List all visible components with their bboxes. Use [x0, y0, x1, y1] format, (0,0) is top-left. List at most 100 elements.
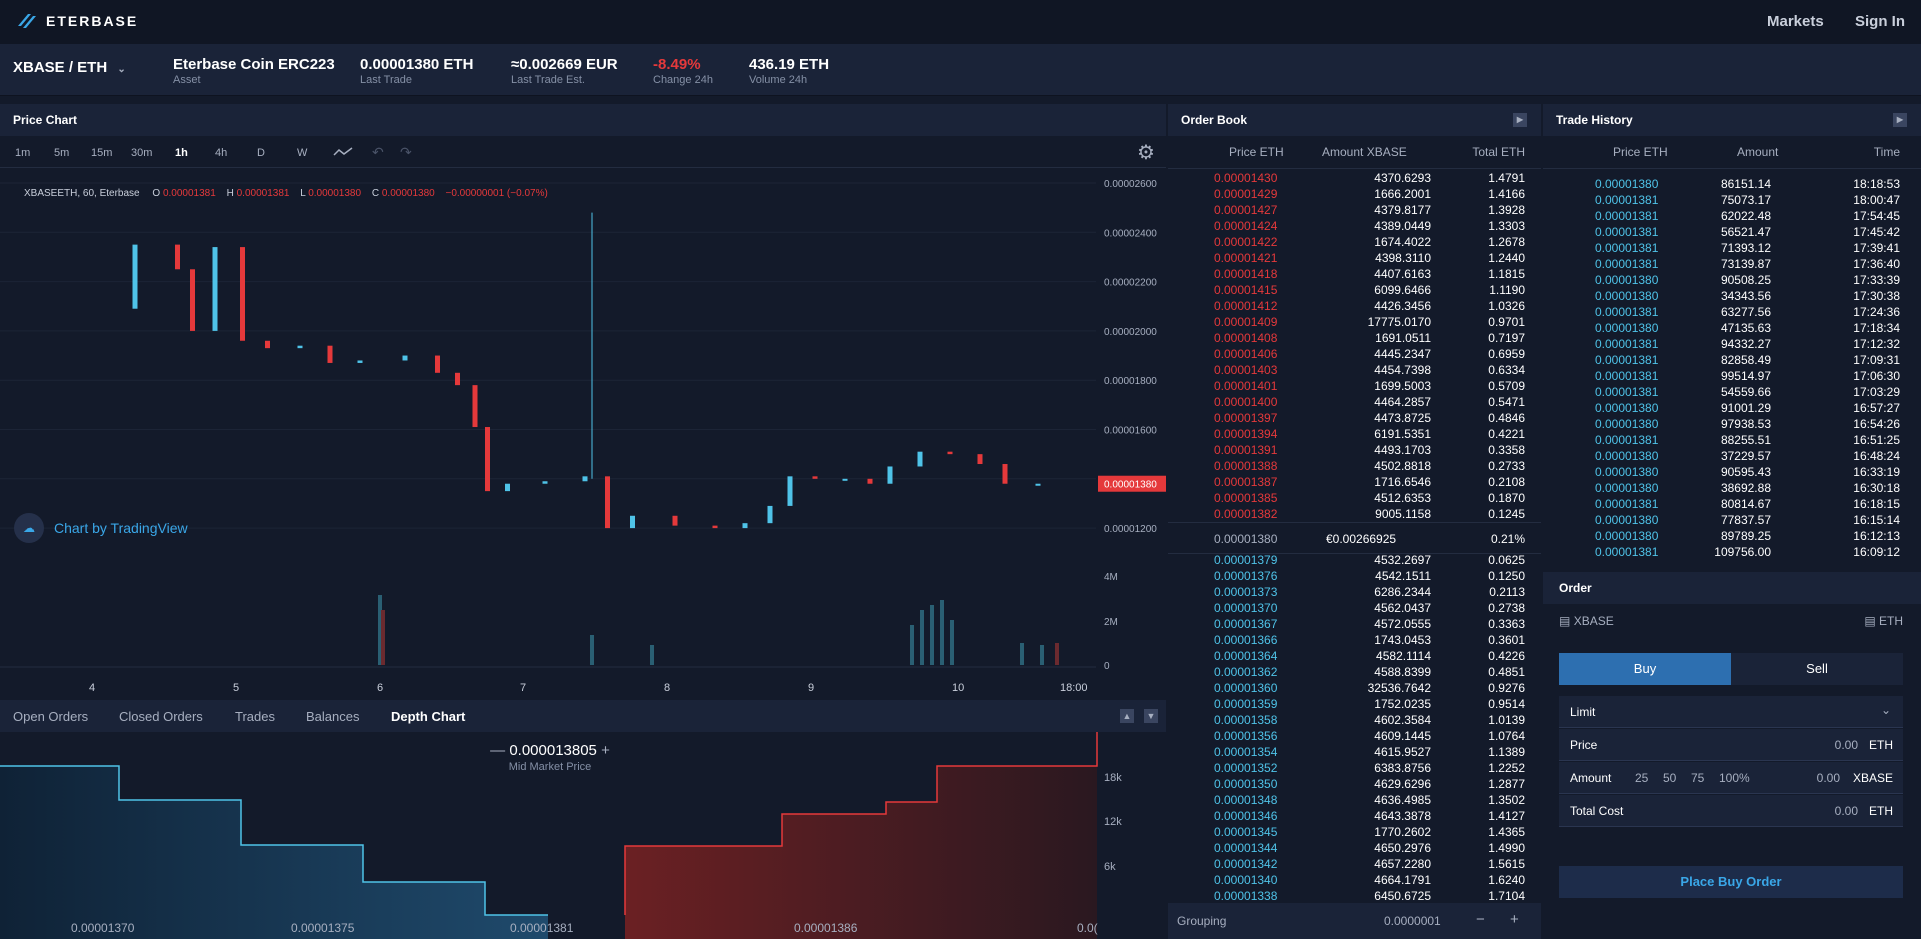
tab-trades[interactable]: Trades: [235, 709, 275, 724]
redo-icon[interactable]: ↷: [400, 144, 412, 161]
bid-row[interactable]: 0.00001338 6450.6725 1.7104: [1168, 888, 1541, 904]
ask-row[interactable]: 0.00001424 4389.0449 1.3303: [1168, 218, 1541, 234]
total-cost-field[interactable]: Total Cost 0.00 ETH: [1559, 795, 1903, 827]
trade-time: 16:30:18: [1853, 481, 1900, 495]
grouping-minus-icon[interactable]: −: [1476, 911, 1485, 928]
ask-row[interactable]: 0.00001388 4502.8818 0.2733: [1168, 458, 1541, 474]
brand-logo[interactable]: ETERBASE: [16, 12, 138, 30]
depth-chart[interactable]: — 0.000013805 + Mid Market Price 18k 12k…: [0, 732, 1166, 939]
trade-amount: 54559.66: [1720, 385, 1771, 399]
ask-row[interactable]: 0.00001415 6099.6466 1.1190: [1168, 282, 1541, 298]
gear-icon[interactable]: ⚙: [1137, 140, 1155, 165]
undo-icon[interactable]: ↶: [372, 144, 384, 161]
tab-balances[interactable]: Balances: [306, 709, 359, 724]
amount-field[interactable]: Amount 25 50 75 100% 0.00 XBASE: [1559, 762, 1903, 794]
ask-row[interactable]: 0.00001421 4398.3110 1.2440: [1168, 250, 1541, 266]
price-chart-area[interactable]: 0.00002600 0.00002400 0.00002200 0.00002000…: [0, 169, 1166, 699]
chart-type-line-icon[interactable]: [333, 146, 353, 158]
bid-row[interactable]: 0.00001359 1752.0235 0.9514: [1168, 696, 1541, 712]
zoom-in-icon[interactable]: +: [601, 742, 610, 759]
tf-1h[interactable]: 1h: [175, 147, 188, 159]
tf-4h[interactable]: 4h: [215, 147, 227, 159]
ob-total: 1.0764: [1488, 729, 1525, 743]
bid-row[interactable]: 0.00001376 4542.1511 0.1250: [1168, 568, 1541, 584]
candle: [472, 385, 478, 428]
place-buy-order-button[interactable]: Place Buy Order: [1559, 866, 1903, 898]
ask-row[interactable]: 0.00001422 1674.4022 1.2678: [1168, 234, 1541, 250]
bid-row[interactable]: 0.00001342 4657.2280 1.5615: [1168, 856, 1541, 872]
ask-row[interactable]: 0.00001430 4370.6293 1.4791: [1168, 170, 1541, 186]
amount-pct-25[interactable]: 25: [1635, 771, 1648, 785]
bid-row[interactable]: 0.00001350 4629.6296 1.2877: [1168, 776, 1541, 792]
ask-row[interactable]: 0.00001412 4426.3456 1.0326: [1168, 298, 1541, 314]
bid-row[interactable]: 0.00001348 4636.4985 1.3502: [1168, 792, 1541, 808]
tradingview-watermark[interactable]: ☁ Chart by TradingView: [14, 513, 188, 543]
amount-pct-100[interactable]: 100%: [1719, 771, 1750, 785]
bid-row[interactable]: 0.00001362 4588.8399 0.4851: [1168, 664, 1541, 680]
ask-row[interactable]: 0.00001418 4407.6163 1.1815: [1168, 266, 1541, 282]
tf-w[interactable]: W: [297, 147, 307, 159]
bid-row[interactable]: 0.00001360 32536.7642 0.9276: [1168, 680, 1541, 696]
ask-row[interactable]: 0.00001400 4464.2857 0.5471: [1168, 394, 1541, 410]
ask-row[interactable]: 0.00001394 6191.5351 0.4221: [1168, 426, 1541, 442]
ask-row[interactable]: 0.00001397 4473.8725 0.4846: [1168, 410, 1541, 426]
tab-closed-orders[interactable]: Closed Orders: [119, 709, 203, 724]
buy-tab[interactable]: Buy: [1559, 653, 1731, 685]
tf-1m[interactable]: 1m: [15, 147, 30, 159]
zoom-out-icon[interactable]: —: [490, 742, 505, 759]
trade-price: 0.00001380: [1595, 513, 1659, 527]
candle: [435, 355, 440, 373]
bid-row[interactable]: 0.00001373 6286.2344 0.2113: [1168, 584, 1541, 600]
bid-row[interactable]: 0.00001366 1743.0453 0.3601: [1168, 632, 1541, 648]
order-type-select[interactable]: Limit ⌄: [1559, 696, 1903, 728]
bid-row[interactable]: 0.00001346 4643.3878 1.4127: [1168, 808, 1541, 824]
expand-icon[interactable]: ▶: [1893, 113, 1907, 127]
ask-row[interactable]: 0.00001427 4379.8177 1.3928: [1168, 202, 1541, 218]
pair-selector[interactable]: XBASE / ETH ⌄: [13, 59, 126, 76]
bid-row[interactable]: 0.00001370 4562.0437 0.2738: [1168, 600, 1541, 616]
ask-row[interactable]: 0.00001391 4493.1703 0.3358: [1168, 442, 1541, 458]
bid-row[interactable]: 0.00001358 4602.3584 1.0139: [1168, 712, 1541, 728]
grouping-plus-icon[interactable]: +: [1510, 911, 1519, 928]
ask-row[interactable]: 0.00001387 1716.6546 0.2108: [1168, 474, 1541, 490]
ob-price: 0.00001360: [1214, 681, 1278, 695]
amount-pct-50[interactable]: 50: [1663, 771, 1676, 785]
quote-currency: ETH: [1879, 614, 1903, 628]
bid-row[interactable]: 0.00001345 1770.2602 1.4365: [1168, 824, 1541, 840]
ask-row[interactable]: 0.00001406 4445.2347 0.6959: [1168, 346, 1541, 362]
bid-row[interactable]: 0.00001340 4664.1791 1.6240: [1168, 872, 1541, 888]
amount-pct-75[interactable]: 75: [1691, 771, 1704, 785]
tab-open-orders[interactable]: Open Orders: [13, 709, 88, 724]
tf-5m[interactable]: 5m: [54, 147, 69, 159]
ask-row[interactable]: 0.00001429 1666.2001 1.4166: [1168, 186, 1541, 202]
price-field[interactable]: Price 0.00 ETH: [1559, 729, 1903, 761]
bid-row[interactable]: 0.00001367 4572.0555 0.3363: [1168, 616, 1541, 632]
ask-row[interactable]: 0.00001385 4512.6353 0.1870: [1168, 490, 1541, 506]
ask-row[interactable]: 0.00001403 4454.7398 0.6334: [1168, 362, 1541, 378]
tf-15m[interactable]: 15m: [91, 147, 112, 159]
collapse-up-icon[interactable]: ▲: [1120, 709, 1134, 723]
ob-price: 0.00001358: [1214, 713, 1278, 727]
bid-row[interactable]: 0.00001364 4582.1114 0.4226: [1168, 648, 1541, 664]
tab-depth-chart[interactable]: Depth Chart: [391, 709, 465, 724]
expand-icon[interactable]: ▶: [1513, 113, 1527, 127]
ask-row[interactable]: 0.00001409 17775.0170 0.9701: [1168, 314, 1541, 330]
candlestick-chart[interactable]: 0.00002600 0.00002400 0.00002200 0.00002000…: [0, 169, 1166, 699]
sell-tab[interactable]: Sell: [1731, 653, 1903, 685]
bid-row[interactable]: 0.00001379 4532.2697 0.0625: [1168, 552, 1541, 568]
ask-row[interactable]: 0.00001382 9005.1158 0.1245: [1168, 506, 1541, 522]
bid-row[interactable]: 0.00001352 6383.8756 1.2252: [1168, 760, 1541, 776]
ob-total: 0.9514: [1488, 697, 1525, 711]
bid-row[interactable]: 0.00001344 4650.2976 1.4990: [1168, 840, 1541, 856]
collapse-down-icon[interactable]: ▼: [1144, 709, 1158, 723]
ask-row[interactable]: 0.00001408 1691.0511 0.7197: [1168, 330, 1541, 346]
ob-amount: 1699.5003: [1374, 379, 1431, 393]
nav-markets[interactable]: Markets: [1767, 13, 1824, 30]
tf-d[interactable]: D: [257, 147, 265, 159]
bid-row[interactable]: 0.00001354 4615.9527 1.1389: [1168, 744, 1541, 760]
ask-row[interactable]: 0.00001401 1699.5003 0.5709: [1168, 378, 1541, 394]
bid-row[interactable]: 0.00001356 4609.1445 1.0764: [1168, 728, 1541, 744]
nav-sign-in[interactable]: Sign In: [1855, 13, 1905, 30]
tf-30m[interactable]: 30m: [131, 147, 152, 159]
ob-amount: 1674.4022: [1374, 235, 1431, 249]
